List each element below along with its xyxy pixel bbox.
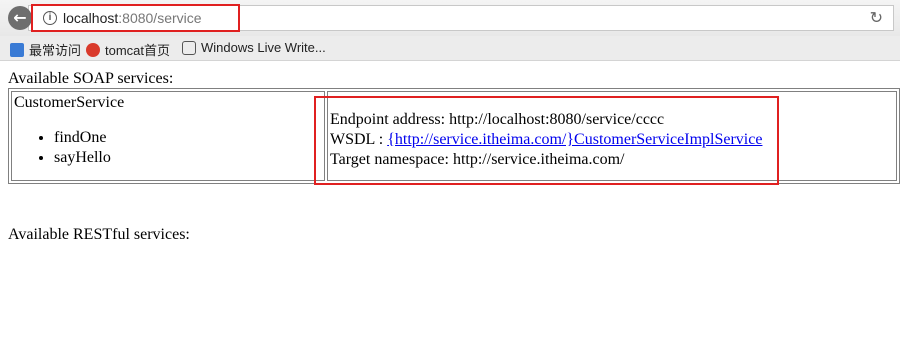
operations-list: findOne sayHello — [14, 128, 322, 168]
tomcat-icon — [86, 42, 100, 57]
bookmark-icon — [10, 42, 24, 57]
list-item: sayHello — [54, 148, 322, 168]
page-icon — [182, 40, 196, 55]
endpoint-highlight-box — [314, 96, 779, 185]
bookmarks-bar: 最常访问 tomcat首页 Windows Live Write... — [0, 36, 900, 61]
bookmark-label: Windows Live Write... — [201, 40, 326, 55]
back-arrow-icon: ← — [13, 8, 27, 27]
back-button[interactable]: ← — [8, 6, 32, 30]
service-cell: CustomerService findOne sayHello — [11, 91, 325, 181]
restful-services-title: Available RESTful services: — [8, 226, 190, 243]
bookmark-label: tomcat首页 — [105, 43, 171, 58]
bookmark-most-visited[interactable]: 最常访问 — [10, 40, 81, 59]
soap-services-title: Available SOAP services: — [8, 70, 174, 87]
bookmark-label: 最常访问 — [29, 43, 82, 58]
reload-icon[interactable]: ↻ — [870, 8, 883, 27]
page-content: Available SOAP services: — [8, 70, 900, 88]
bookmark-windows-live[interactable]: Windows Live Write... — [182, 40, 326, 55]
bookmark-tomcat[interactable]: tomcat首页 — [86, 40, 170, 59]
service-name: CustomerService — [14, 94, 125, 111]
url-highlight-box — [31, 4, 240, 32]
browser-toolbar: i localhost:8080/service ↻ ← — [0, 0, 900, 36]
list-item: findOne — [54, 128, 322, 148]
